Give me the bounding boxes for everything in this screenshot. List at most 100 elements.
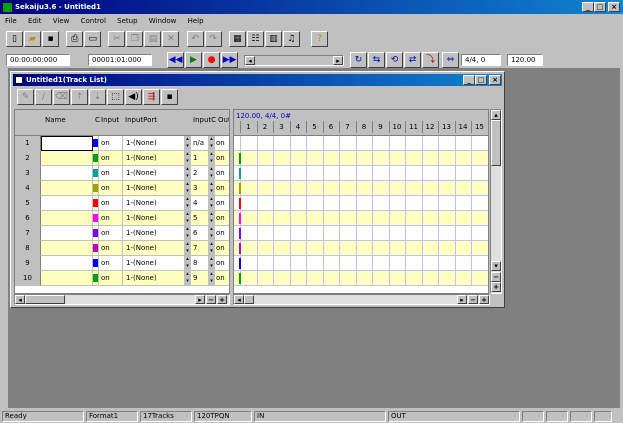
hscroll-left-icon[interactable]: ◂ <box>15 295 25 304</box>
row-number[interactable]: 6 <box>15 211 41 226</box>
select-icon[interactable]: ⇡ <box>71 89 88 105</box>
print-preview-icon[interactable]: ▭ <box>84 31 102 47</box>
timeline-row[interactable] <box>234 271 488 286</box>
col-input-header[interactable]: Input <box>101 116 119 124</box>
table-row[interactable]: 5 on 1-(None) ▴ ▾ 4 ▴ ▾ on <box>15 196 229 211</box>
pen-icon[interactable]: ✎ <box>17 89 34 105</box>
inputport-cell[interactable]: 1-(None) <box>123 271 185 286</box>
timeline-row[interactable] <box>234 166 488 181</box>
row-number[interactable]: 5 <box>15 196 41 211</box>
close-icon[interactable]: × <box>608 2 620 12</box>
timeline-row[interactable] <box>234 151 488 166</box>
inputch-cell[interactable]: 6 <box>191 226 209 241</box>
record-icon[interactable]: ● <box>203 52 220 68</box>
save-track-icon[interactable]: ▪ <box>161 89 178 105</box>
delete-icon[interactable]: ✕ <box>162 31 180 47</box>
undo-icon[interactable]: ↶ <box>186 31 204 47</box>
name-cell[interactable] <box>41 226 93 241</box>
help-icon[interactable]: ? <box>311 31 329 47</box>
menu-file[interactable]: File <box>5 17 17 25</box>
timeline-row[interactable] <box>234 256 488 271</box>
input-cell[interactable]: on <box>99 151 123 166</box>
table-row[interactable]: 9 on 1-(None) ▴ ▾ 8 ▴ ▾ on <box>15 256 229 271</box>
rewind-icon[interactable]: ◀◀ <box>167 52 184 68</box>
play-icon[interactable]: ▶ <box>185 52 202 68</box>
menu-edit[interactable]: Edit <box>28 17 42 25</box>
inputport-cell[interactable]: 1-(None) <box>123 181 185 196</box>
open-folder-icon[interactable]: ▰ <box>24 31 41 47</box>
output-cell[interactable]: on <box>215 226 229 241</box>
print-icon[interactable]: ⎙ <box>66 31 84 47</box>
timeline-row[interactable] <box>234 136 488 151</box>
name-cell[interactable] <box>41 196 93 211</box>
mode5-icon[interactable]: ⤵ <box>422 52 439 68</box>
timeline-row[interactable] <box>234 226 488 241</box>
zoom-in-icon[interactable]: + <box>217 295 227 304</box>
table-row[interactable]: 7 on 1-(None) ▴ ▾ 6 ▴ ▾ on <box>15 226 229 241</box>
rzoom-in-icon[interactable]: + <box>479 295 489 304</box>
inputch-cell[interactable]: 9 <box>191 271 209 286</box>
input-cell[interactable]: on <box>99 271 123 286</box>
output-cell[interactable]: on <box>215 256 229 271</box>
inputch-cell[interactable]: 5 <box>191 211 209 226</box>
right-hscrollbar[interactable]: ◂ ▸ − + <box>233 294 490 305</box>
redo-icon[interactable]: ↷ <box>204 31 222 47</box>
table-row[interactable]: 2 on 1-(None) ▴ ▾ 1 ▴ ▾ on <box>15 151 229 166</box>
col-inputc-header[interactable]: InputC <box>193 116 216 124</box>
row-number[interactable]: 3 <box>15 166 41 181</box>
tempo-sync-icon[interactable]: ⇔ <box>442 52 459 68</box>
auto-scroll-icon[interactable]: ⇶ <box>143 89 160 105</box>
output-cell[interactable]: on <box>215 271 229 286</box>
col-name-header[interactable]: Name <box>45 116 66 124</box>
input-cell[interactable]: on <box>99 256 123 271</box>
slider-left-icon[interactable]: ◂ <box>245 56 255 65</box>
input-cell[interactable]: on <box>99 196 123 211</box>
fast-forward-icon[interactable]: ▶▶ <box>221 52 238 68</box>
menu-setup[interactable]: Setup <box>117 17 137 25</box>
row-number[interactable]: 9 <box>15 256 41 271</box>
row-number[interactable]: 2 <box>15 151 41 166</box>
vscroll-up-icon[interactable]: ▴ <box>491 110 501 120</box>
line-icon[interactable]: / <box>35 89 52 105</box>
row-number[interactable]: 8 <box>15 241 41 256</box>
vzoom-in-icon[interactable]: + <box>491 282 501 292</box>
new-file-icon[interactable]: ▯ <box>6 31 23 47</box>
timeline-row[interactable] <box>234 196 488 211</box>
inputch-cell[interactable]: 4 <box>191 196 209 211</box>
table-row[interactable]: 10 on 1-(None) ▴ ▾ 9 ▴ ▾ on <box>15 271 229 286</box>
hscroll-right-icon[interactable]: ▸ <box>195 295 205 304</box>
table-row[interactable]: 1 on 1-(None) ▴ ▾ n/a ▴ ▾ on <box>15 136 229 151</box>
inputport-cell[interactable]: 1-(None) <box>123 166 185 181</box>
input-cell[interactable]: on <box>99 211 123 226</box>
input-cell[interactable]: on <box>99 241 123 256</box>
slider-right-icon[interactable]: ▸ <box>333 56 343 65</box>
name-cell[interactable] <box>41 241 93 256</box>
output-cell[interactable]: on <box>215 166 229 181</box>
inputch-cell[interactable]: 3 <box>191 181 209 196</box>
name-cell[interactable] <box>41 271 93 286</box>
position-slider[interactable]: ◂ ▸ <box>244 55 344 66</box>
table-row[interactable]: 4 on 1-(None) ▴ ▾ 3 ▴ ▾ on <box>15 181 229 196</box>
minimize-icon[interactable]: _ <box>582 2 594 12</box>
rhscroll-right-icon[interactable]: ▸ <box>457 295 467 304</box>
inputport-cell[interactable]: 1-(None) <box>123 196 185 211</box>
table-row[interactable]: 6 on 1-(None) ▴ ▾ 5 ▴ ▾ on <box>15 211 229 226</box>
speaker-icon[interactable]: ◀) <box>125 89 142 105</box>
rzoom-out-icon[interactable]: − <box>468 295 478 304</box>
copy-icon[interactable]: ❐ <box>126 31 144 47</box>
inputport-cell[interactable]: 1-(None) <box>123 211 185 226</box>
paste-icon[interactable]: ▤ <box>144 31 162 47</box>
menu-help[interactable]: Help <box>188 17 204 25</box>
vscroll-thumb[interactable] <box>491 120 501 166</box>
col-outp-header[interactable]: Outp <box>218 116 229 124</box>
output-cell[interactable]: on <box>215 241 229 256</box>
cut-icon[interactable]: ✂ <box>108 31 126 47</box>
input-cell[interactable]: on <box>99 136 123 151</box>
col-c-header[interactable]: C <box>95 116 100 124</box>
mode2-icon[interactable]: ⇆ <box>368 52 385 68</box>
inputport-cell[interactable]: 1-(None) <box>123 256 185 271</box>
input-cell[interactable]: on <box>99 166 123 181</box>
maximize-icon[interactable]: □ <box>594 2 606 12</box>
zoom-out-icon[interactable]: − <box>206 295 216 304</box>
menu-control[interactable]: Control <box>81 17 106 25</box>
